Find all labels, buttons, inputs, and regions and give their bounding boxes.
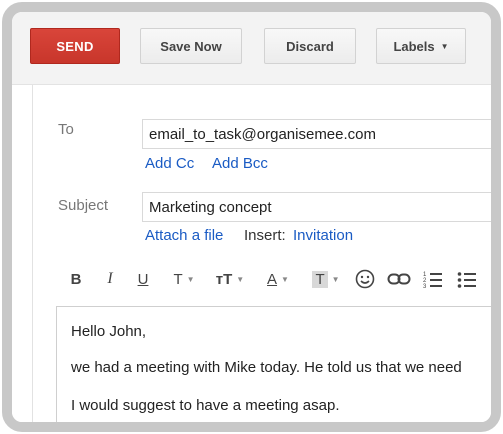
send-button[interactable]: SEND — [30, 28, 120, 64]
body-line: we had a meeting with Mike today. He tol… — [71, 359, 462, 376]
to-label: To — [58, 121, 74, 138]
svg-text:3: 3 — [423, 284, 427, 288]
insert-label: Insert: — [244, 227, 286, 244]
bold-button[interactable]: B — [68, 266, 84, 292]
subject-label: Subject — [58, 197, 109, 214]
to-value: email_to_task@organisemee.com — [149, 125, 376, 143]
numbered-list-icon: 1 2 3 — [423, 272, 442, 288]
font-button[interactable]: T ▼ — [168, 266, 200, 292]
underline-icon: U — [137, 270, 149, 288]
subject-value: Marketing concept — [149, 198, 272, 216]
body-line: Hello John, — [71, 323, 147, 340]
caret-down-icon: ▼ — [440, 41, 449, 51]
caret-down-icon: ▼ — [236, 274, 245, 284]
discard-label: Discard — [286, 38, 334, 54]
compose-window: SEND Save Now Discard Labels ▼ To email_… — [2, 2, 501, 432]
bulleted-list-button[interactable] — [456, 266, 478, 292]
highlight-button[interactable]: T ▼ — [306, 266, 346, 292]
subject-field[interactable]: Marketing concept — [142, 192, 491, 222]
add-bcc-link[interactable]: Add Bcc — [212, 155, 268, 172]
save-now-label: Save Now — [160, 38, 222, 54]
bold-icon: B — [70, 270, 82, 288]
font-icon: T — [173, 270, 183, 288]
underline-button[interactable]: U — [134, 266, 152, 292]
font-size-button[interactable]: тT ▼ — [212, 266, 248, 292]
link-icon — [387, 273, 411, 285]
message-body[interactable]: Hello John, we had a meeting with Mike t… — [56, 306, 491, 422]
invitation-link[interactable]: Invitation — [293, 227, 353, 244]
add-cc-link[interactable]: Add Cc — [145, 155, 194, 172]
to-field[interactable]: email_to_task@organisemee.com — [142, 119, 491, 149]
discard-button[interactable]: Discard — [264, 28, 356, 64]
font-size-icon: тT — [215, 270, 233, 288]
bulleted-list-icon — [457, 272, 476, 288]
compose-toolbar: SEND Save Now Discard Labels ▼ — [12, 12, 491, 85]
text-color-button[interactable]: A ▼ — [260, 266, 296, 292]
save-now-button[interactable]: Save Now — [140, 28, 242, 64]
labels-label: Labels — [393, 38, 435, 54]
compose-content: To email_to_task@organisemee.com Add Cc … — [12, 85, 491, 422]
caret-down-icon: ▼ — [186, 274, 195, 284]
format-toolbar: B I U T ▼ тT ▼ A ▼ T ▼ 1 2 3 — [12, 262, 491, 296]
numbered-list-button[interactable]: 1 2 3 — [422, 266, 444, 292]
italic-icon: I — [107, 270, 113, 287]
send-label: SEND — [56, 38, 94, 54]
caret-down-icon: ▼ — [331, 274, 340, 284]
insert-link-button[interactable] — [386, 266, 412, 292]
italic-button[interactable]: I — [102, 266, 118, 292]
body-line: I would suggest to have a meeting asap. — [71, 397, 340, 414]
labels-button[interactable]: Labels ▼ — [376, 28, 466, 64]
caret-down-icon: ▼ — [281, 274, 289, 284]
emoji-button[interactable] — [354, 266, 376, 292]
left-rail — [32, 85, 33, 422]
smiley-icon — [355, 269, 375, 289]
text-color-icon: A — [267, 270, 278, 288]
highlight-icon: T — [312, 270, 328, 288]
attach-file-link[interactable]: Attach a file — [145, 227, 223, 244]
